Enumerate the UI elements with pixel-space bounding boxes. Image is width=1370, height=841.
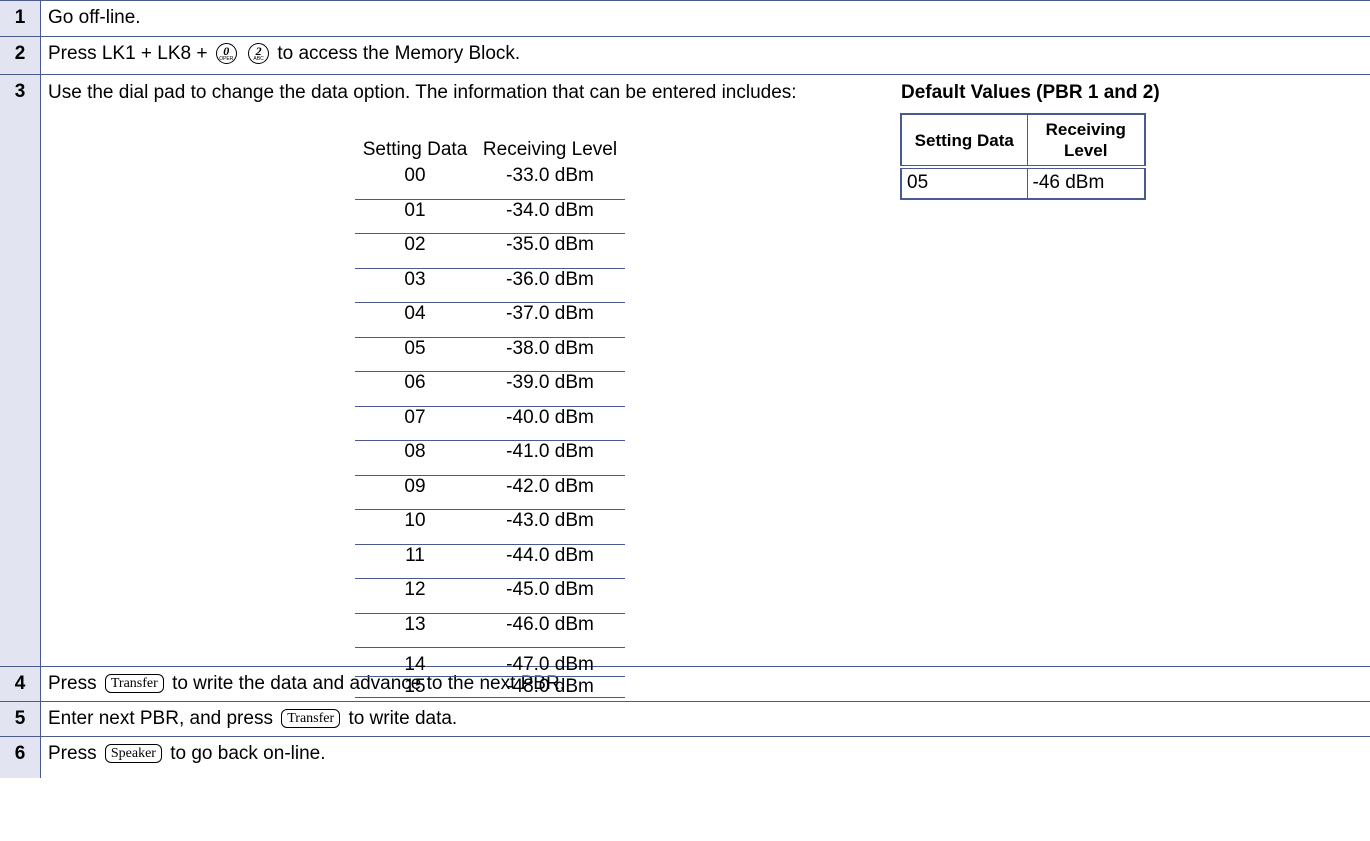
step-row: 1 Go off-line. — [0, 0, 1370, 37]
step-number: 1 — [0, 0, 41, 37]
step-number: 4 — [0, 666, 41, 702]
table-cell: -46 dBm — [1026, 166, 1146, 200]
transfer-key-icon: Transfer — [281, 709, 341, 729]
step-instruction: Use the dial pad to change the data opti… — [48, 82, 797, 103]
procedure-steps-table: 1 Go off-line. 2 Press LK1 + LK8 + 0 OPER… — [0, 0, 1370, 778]
default-values-caption: Default Values (PBR 1 and 2) — [901, 82, 1160, 103]
list-item: 07 -40.0 dBm — [355, 406, 625, 441]
step-text: Press LK1 + LK8 + 0 OPER 2 ABC to access t… — [40, 36, 1370, 75]
column-header: Setting Data — [362, 139, 468, 160]
list-item: 02 -35.0 dBm — [355, 233, 625, 269]
table-cell: 05 — [900, 166, 1028, 200]
step-text-after: to access the Memory Block. — [277, 43, 521, 64]
step-row: 5 Enter next PBR, and press Transfer to … — [0, 701, 1370, 737]
receiving-level-list: Setting Data Receiving Level 00 -33.0 dBm… — [355, 135, 625, 698]
list-item: 00 -33.0 dBm — [355, 165, 625, 200]
step-number: 2 — [0, 36, 41, 75]
dial-key-0-icon: 0 OPER — [215, 43, 237, 65]
step-text-before: Press LK1 + LK8 + — [48, 43, 208, 64]
list-item: 03 -36.0 dBm — [355, 268, 625, 303]
column-header: Receiving Level — [1026, 113, 1146, 169]
list-item: 06 -39.0 dBm — [355, 371, 625, 407]
list-item: 11 -44.0 dBm — [355, 544, 625, 579]
step-number: 5 — [0, 701, 41, 737]
step-row: 3 Use the dial pad to change the data op… — [0, 74, 1370, 698]
list-item: 04 -37.0 dBm — [355, 302, 625, 338]
list-item: 10 -43.0 dBm — [355, 509, 625, 545]
default-values-table: Setting Data Receiving Level 05 -46 dBm — [900, 113, 1146, 200]
list-item: 14 -47.0 dBm — [355, 647, 625, 677]
list-item: 08 -41.0 dBm — [355, 440, 625, 476]
list-item: 05 -38.0 dBm — [355, 337, 625, 372]
step-text: Enter next PBR, and press Transfer to wr… — [40, 701, 1370, 737]
step-text: Press Transfer to write the data and adv… — [40, 666, 1370, 702]
list-item: 13 -46.0 dBm — [355, 613, 625, 648]
transfer-key-icon: Transfer — [104, 674, 164, 694]
step-row: 2 Press LK1 + LK8 + 0 OPER 2 ABC to access… — [0, 36, 1370, 75]
step-number: 3 — [0, 74, 41, 667]
speaker-key-icon: Speaker — [104, 744, 162, 764]
list-item: 01 -34.0 dBm — [355, 199, 625, 234]
dial-key-2-icon: 2 ABC — [248, 43, 270, 65]
list-item: 12 -45.0 dBm — [355, 578, 625, 614]
step-text: Use the dial pad to change the data opti… — [40, 74, 1370, 698]
column-header: Setting Data — [900, 113, 1028, 169]
column-header: Receiving Level — [482, 139, 618, 160]
table-row: 05 -46 dBm — [900, 166, 1146, 200]
list-item: 09 -42.0 dBm — [355, 475, 625, 510]
step-text: Press Speaker to go back on-line. — [40, 736, 1370, 778]
list-item: 15 -48.0 dBm — [355, 676, 625, 698]
step-text: Go off-line. — [40, 0, 1370, 37]
step-number: 6 — [0, 736, 41, 778]
step-row: 4 Press Transfer to write the data and a… — [0, 666, 1370, 702]
step-row: 6 Press Speaker to go back on-line. — [0, 736, 1370, 778]
